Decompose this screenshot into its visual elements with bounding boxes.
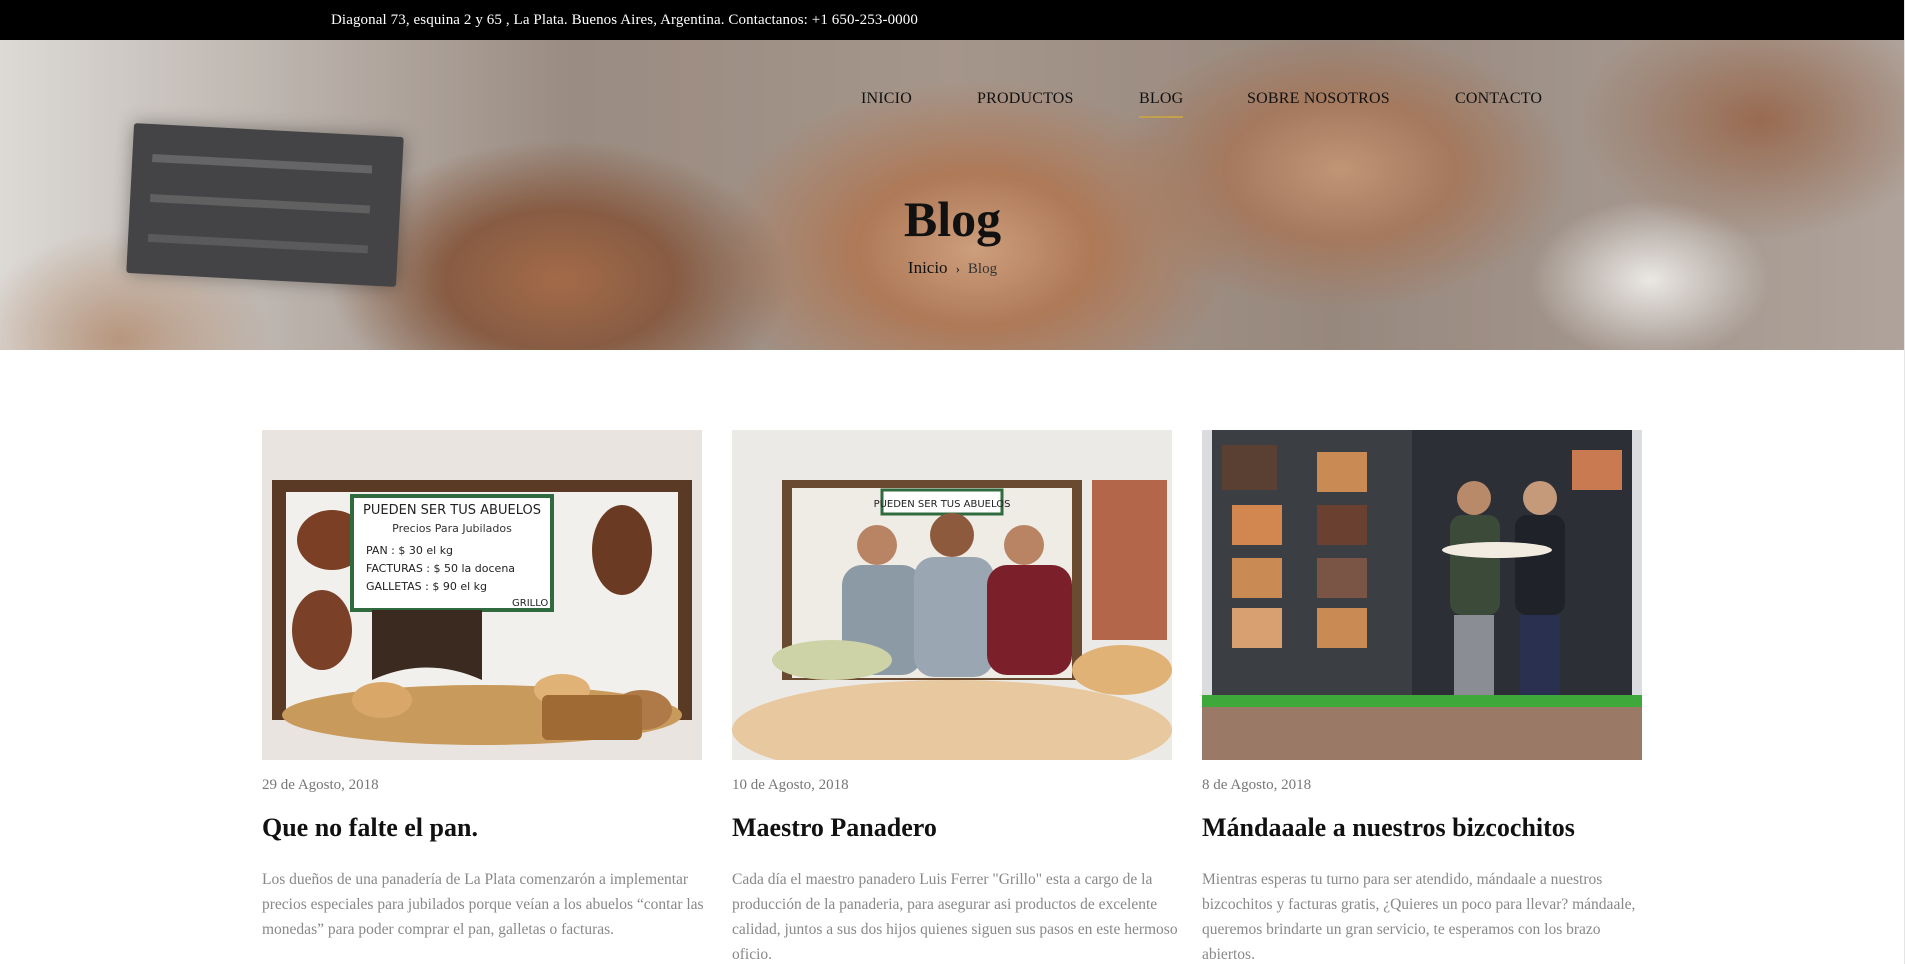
sign-line-6: GRILLO bbox=[512, 598, 548, 609]
post-date: 10 de Agosto, 2018 bbox=[732, 777, 849, 793]
post-image-que-no-falte-el-pan[interactable]: PUEDEN SER TUS ABUELOS Precios Para Jubi… bbox=[262, 430, 702, 760]
chevron-right-icon: › bbox=[955, 261, 960, 276]
sign-line-1: PUEDEN SER TUS ABUELOS bbox=[874, 499, 1011, 510]
nav-item-sobre-nosotros[interactable]: SOBRE NOSOTROS bbox=[1247, 90, 1390, 108]
nav-item-blog[interactable]: BLOG bbox=[1139, 90, 1184, 118]
sign-line-3: PAN : $ 30 el kg bbox=[366, 544, 453, 557]
sign-line-5: GALLETAS : $ 90 el kg bbox=[366, 580, 487, 593]
breadcrumb: Inicio › Blog bbox=[0, 258, 1905, 278]
page-title: Blog bbox=[903, 191, 1002, 247]
top-info-bar: Diagonal 73, esquina 2 y 65 , La Plata. … bbox=[0, 0, 1905, 40]
post-excerpt: Mientras esperas tu turno para ser atend… bbox=[1202, 871, 1636, 963]
main-nav: INICIO PRODUCTOS BLOG SOBRE NOSOTROS CON… bbox=[0, 90, 1905, 120]
post-date: 29 de Agosto, 2018 bbox=[262, 777, 379, 793]
nav-item-inicio[interactable]: INICIO bbox=[861, 90, 912, 108]
bakers-photo: PUEDEN SER TUS ABUELOS bbox=[732, 430, 1172, 760]
post-date: 8 de Agosto, 2018 bbox=[1202, 777, 1312, 793]
post-image-bizcochitos[interactable] bbox=[1202, 430, 1642, 760]
sign-line-2: Precios Para Jubilados bbox=[392, 522, 512, 535]
contact-info: Diagonal 73, esquina 2 y 65 , La Plata. … bbox=[331, 12, 918, 28]
post-title[interactable]: Maestro Panadero bbox=[732, 813, 937, 843]
bakery-sign-photo: PUEDEN SER TUS ABUELOS Precios Para Jubi… bbox=[262, 430, 702, 760]
post-title[interactable]: Mándaaale a nuestros bizcochitos bbox=[1202, 813, 1575, 843]
post-image-maestro-panadero[interactable]: PUEDEN SER TUS ABUELOS bbox=[732, 430, 1172, 760]
nav-item-contacto[interactable]: CONTACTO bbox=[1455, 90, 1542, 108]
nav-item-productos[interactable]: PRODUCTOS bbox=[977, 90, 1074, 108]
post-excerpt: Los dueños de una panadería de La Plata … bbox=[262, 871, 704, 938]
sign-line-1: PUEDEN SER TUS ABUELOS bbox=[363, 503, 541, 518]
sign-line-4: FACTURAS : $ 50 la docena bbox=[366, 562, 515, 575]
breadcrumb-current: Blog bbox=[967, 261, 998, 277]
storefront-photo bbox=[1202, 430, 1642, 760]
breadcrumb-home-link[interactable]: Inicio bbox=[908, 258, 948, 277]
post-excerpt: Cada día el maestro panadero Luis Ferrer… bbox=[732, 871, 1178, 963]
post-title[interactable]: Que no falte el pan. bbox=[262, 813, 478, 843]
